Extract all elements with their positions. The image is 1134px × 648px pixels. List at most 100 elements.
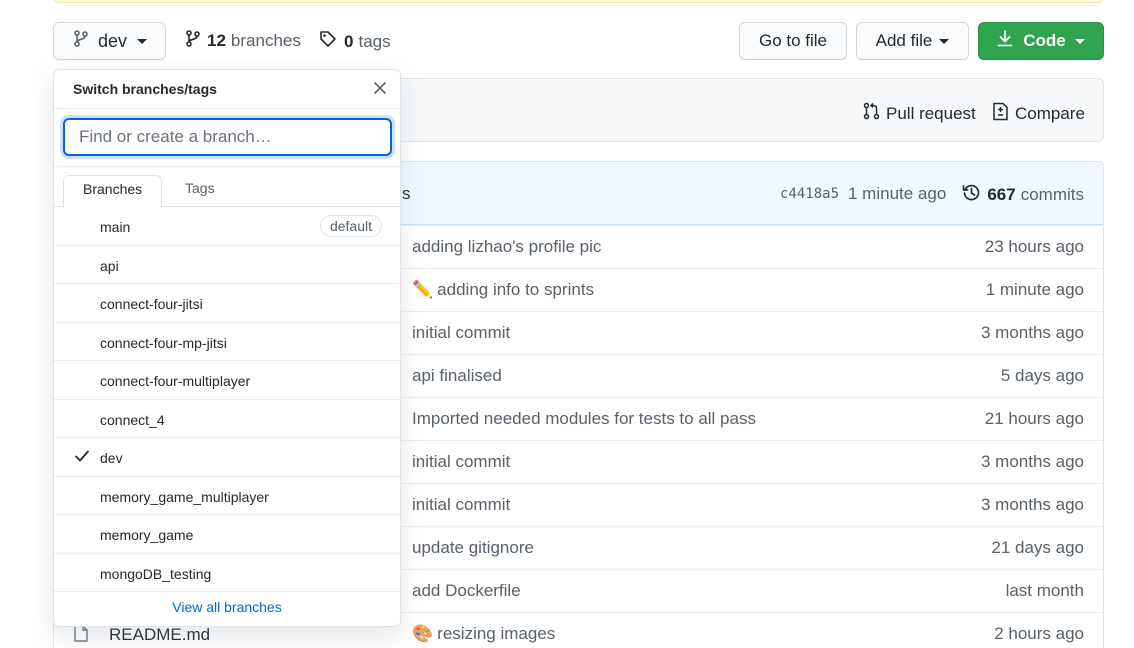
check-icon [74, 449, 90, 466]
commit-message[interactable]: 🎨 resizing images [412, 624, 555, 644]
commit-message-text: add Dockerfile [412, 581, 521, 600]
compare-label: Compare [1015, 104, 1085, 123]
commit-message-text: initial commit [412, 452, 511, 471]
branch-item[interactable]: api [54, 246, 400, 284]
file-icon [74, 625, 88, 647]
commit-message-text: adding lizhao's profile pic [412, 237, 602, 256]
pull-request-label: Pull request [886, 103, 976, 123]
branch-item[interactable]: main default [54, 207, 400, 246]
commits-link[interactable]: 667 commits [962, 183, 1084, 207]
menu-title: Switch branches/tags [73, 81, 217, 97]
tags-count: 0 [344, 31, 354, 51]
code-button[interactable]: Code [978, 22, 1104, 60]
chevron-down-icon [939, 38, 950, 44]
menu-tabs: Branches Tags [54, 167, 400, 208]
chevron-down-icon [137, 38, 148, 44]
commit-message[interactable]: api finalised [412, 366, 502, 386]
branch-name: connect-four-jitsi [100, 296, 203, 312]
branch-name: memory_game [100, 527, 194, 543]
commit-message-text: initial commit [412, 495, 511, 514]
current-branch-label: dev [98, 30, 128, 51]
commit-message[interactable]: initial commit [412, 323, 510, 343]
chevron-down-icon [1074, 38, 1085, 44]
commit-message-text: resizing images [437, 624, 556, 643]
branch-item[interactable]: connect-four-jitsi [54, 284, 400, 323]
latest-commit-message[interactable]: s [402, 184, 411, 204]
add-file-label: Add file [875, 31, 933, 50]
commits-word: commits [1020, 185, 1084, 204]
file-diff-icon [992, 102, 1015, 126]
branches-word: branches [230, 31, 301, 50]
tab-tags[interactable]: Tags [166, 175, 234, 207]
commit-message[interactable]: initial commit [412, 495, 510, 515]
commit-message-text: adding info to sprints [437, 280, 595, 299]
commit-time: last month [1005, 581, 1084, 600]
commit-time: 1 minute ago [985, 280, 1084, 299]
tags-link[interactable]: 0 tags [319, 30, 391, 53]
commit-message[interactable]: ✏️ adding info to sprints [412, 280, 594, 300]
branches-count: 12 [207, 31, 226, 50]
commit-time: 3 months ago [980, 452, 1084, 471]
code-label: Code [1023, 31, 1066, 50]
branch-name: memory_game_multiplayer [100, 488, 269, 505]
commit-message[interactable]: Imported needed modules for tests to all… [412, 409, 756, 429]
commit-time: 3 months ago [980, 495, 1084, 514]
branch-select-button[interactable]: dev [53, 22, 166, 60]
go-to-file-button[interactable]: Go to file [739, 22, 847, 60]
branch-item[interactable]: connect-four-multiplayer [54, 361, 400, 400]
commit-message[interactable]: add Dockerfile [412, 581, 521, 601]
commit-time: 21 hours ago [984, 409, 1084, 428]
branch-item-selected[interactable]: dev [54, 438, 400, 477]
tags-word: tags [358, 31, 391, 51]
close-icon[interactable] [373, 81, 387, 100]
commit-message-text: Imported needed modules for tests to all… [412, 409, 756, 428]
branch-name: connect-four-mp-jitsi [100, 334, 227, 351]
commit-message[interactable]: initial commit [412, 452, 510, 472]
history-icon [962, 183, 981, 207]
branch-item[interactable]: memory_game [54, 515, 400, 554]
git-branch-icon [186, 30, 200, 52]
branch-name: mongoDB_testing [100, 565, 212, 582]
go-to-file-label: Go to file [758, 31, 828, 50]
branch-switcher-menu: Switch branches/tags Branches Tags main … [53, 69, 401, 627]
commit-time: 3 months ago [980, 323, 1084, 342]
pull-request-icon [863, 102, 886, 125]
branch-name: api [100, 257, 119, 274]
branch-name: main [100, 219, 131, 235]
branch-filter-input[interactable] [63, 118, 392, 156]
view-all-branches-link[interactable]: View all branches [54, 588, 400, 626]
commit-time: 2 hours ago [994, 624, 1084, 643]
commit-emoji: ✏️ [412, 280, 434, 299]
file-name[interactable]: README.md [109, 625, 210, 645]
branch-item[interactable]: connect_4 [54, 400, 400, 438]
branch-item[interactable]: connect-four-mp-jitsi [54, 323, 400, 361]
branch-name: connect-four-multiplayer [100, 373, 251, 389]
commit-message[interactable]: update gitignore [412, 538, 534, 558]
add-file-button[interactable]: Add file [856, 22, 969, 60]
commit-message-text: initial commit [412, 323, 511, 342]
tab-branches[interactable]: Branches [63, 175, 163, 208]
branch-item[interactable]: memory_game_multiplayer [54, 477, 400, 515]
menu-header: Switch branches/tags [54, 70, 400, 109]
tag-icon [319, 30, 337, 53]
commit-time: 5 days ago [1000, 366, 1084, 385]
commits-count: 667 [987, 185, 1016, 204]
commit-message[interactable]: adding lizhao's profile pic [412, 237, 601, 257]
commit-emoji: 🎨 [412, 624, 434, 643]
menu-filter [54, 109, 400, 167]
git-branch-icon [74, 30, 88, 52]
branches-link[interactable]: 12 branches [186, 30, 301, 52]
commit-message-text: api finalised [412, 366, 502, 385]
branch-name: connect_4 [100, 411, 165, 428]
flash-banner [53, 0, 1104, 3]
branch-name: dev [100, 450, 123, 466]
default-badge: default [319, 215, 382, 237]
compare-link[interactable]: Compare [992, 102, 1085, 126]
pull-request-link[interactable]: Pull request [863, 102, 976, 125]
commit-message-text: update gitignore [412, 538, 534, 557]
latest-commit-time: 1 minute ago [848, 184, 947, 203]
commit-time: 21 days ago [991, 538, 1084, 557]
branch-item[interactable]: mongoDB_testing [54, 554, 400, 592]
commit-time: 23 hours ago [984, 237, 1084, 256]
commit-sha[interactable]: c4418a5 [780, 186, 839, 202]
